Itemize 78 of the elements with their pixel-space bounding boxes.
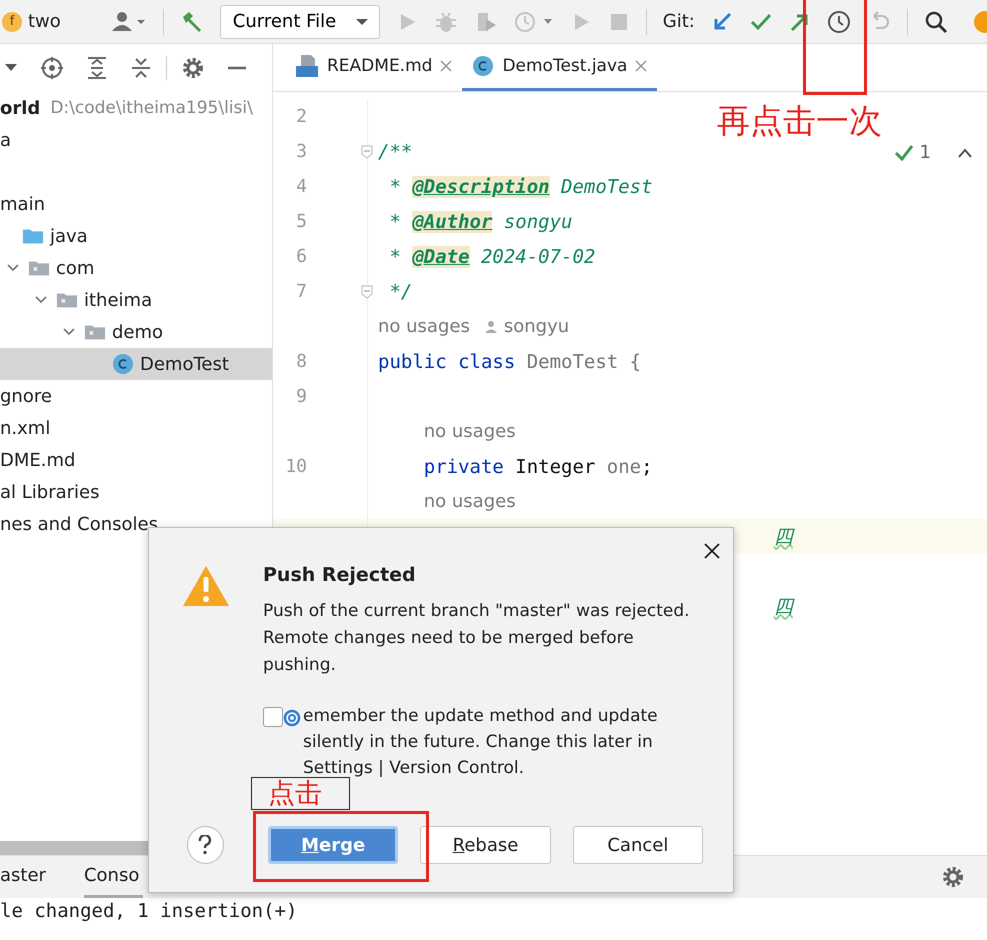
profiler-icon[interactable] (514, 10, 554, 34)
caret-icon (354, 16, 369, 26)
dialog-message: Push of the current branch "master" was rejected. Remote changes need to be merged before pushing. (263, 600, 691, 677)
tool-window-tab[interactable]: aster (0, 856, 50, 898)
dialog-button[interactable]: Cancel (572, 826, 703, 864)
fold-icon[interactable] (361, 144, 373, 158)
line-number: 7 (296, 281, 307, 302)
line-number: 9 (296, 386, 307, 407)
line-number: 5 (296, 211, 307, 232)
dialog-title: Push Rejected (263, 564, 417, 586)
annotation-label: 再点击一次 (717, 104, 882, 137)
console-line: le changed, 1 insertion(+) (0, 900, 298, 924)
author-hint[interactable]: songyu (504, 316, 570, 337)
code-line: private Integer one; (424, 456, 653, 478)
code-line: */ (388, 280, 412, 302)
editor-tab[interactable]: README.md (285, 44, 462, 91)
project-name[interactable]: two (28, 11, 61, 32)
code-text: 四 (774, 596, 793, 618)
update-badge-icon[interactable] (973, 10, 987, 34)
code-line: * @Description DemoTest (388, 176, 653, 198)
code-text: 四 (774, 526, 793, 548)
help-icon (198, 835, 212, 855)
close-icon[interactable] (703, 542, 721, 560)
project-badge: f (2, 12, 22, 32)
checkbox-label[interactable]: emember the update method and update silently in the future. Change this later in Settings | Version Control. (303, 703, 695, 781)
person-icon (484, 320, 498, 334)
settings-icon[interactable] (941, 865, 965, 889)
markdown-file-icon (295, 54, 319, 78)
code-line: public class DemoTest { (378, 350, 642, 372)
line-number: 10 (285, 456, 307, 477)
tree-item[interactable]: DME.md (0, 444, 272, 476)
tree-item[interactable]: gnore (0, 380, 272, 412)
usage-hint[interactable]: no usages (378, 316, 470, 337)
class-icon (472, 55, 494, 77)
expand-all-icon[interactable] (86, 56, 108, 80)
line-number: 8 (296, 351, 307, 372)
dialog-button[interactable]: Merge (268, 826, 398, 864)
tree-item[interactable]: itheima (0, 284, 272, 316)
tree-item[interactable]: demo (0, 316, 272, 348)
warning-icon (181, 564, 231, 608)
usage-hint[interactable]: no usages (424, 491, 516, 512)
help-button[interactable] (187, 826, 224, 864)
tree-item[interactable]: DemoTest (0, 348, 272, 380)
git-label: Git: (662, 11, 695, 32)
tool-window-tab[interactable]: Conso (84, 856, 144, 898)
usage-hint[interactable]: no usages (424, 421, 516, 442)
tree-item[interactable]: com (0, 252, 272, 284)
settings-icon[interactable] (181, 56, 205, 80)
search-icon[interactable] (924, 10, 948, 34)
line-number: 4 (296, 176, 307, 197)
inspection-count[interactable]: 1 (920, 142, 931, 163)
collapse-all-icon[interactable] (130, 56, 152, 80)
line-number: 3 (296, 141, 307, 162)
tree-item[interactable]: orld D:\code\itheima195\lisi\ (0, 92, 272, 124)
class-icon (112, 353, 134, 375)
scrollbar[interactable] (0, 841, 148, 855)
tree-item[interactable]: main (0, 188, 272, 220)
busy-cursor-icon (283, 709, 301, 727)
dialog-button[interactable]: Rebase (420, 826, 551, 864)
code-line: /** (378, 140, 412, 162)
tree-item[interactable]: al Libraries (0, 476, 272, 508)
line-number: 2 (296, 106, 307, 127)
user-icon[interactable] (110, 10, 147, 34)
code-line: * @Author songyu (388, 210, 572, 232)
annotation-label: 点击 (268, 780, 322, 807)
tree-item[interactable]: java (0, 220, 272, 252)
run-config-dropdown[interactable]: Current File (220, 4, 380, 38)
locate-icon[interactable] (40, 56, 64, 80)
checkbox[interactable] (263, 707, 283, 727)
line-number: 6 (296, 246, 307, 267)
caret-icon[interactable] (4, 63, 18, 73)
check-icon[interactable] (894, 142, 914, 162)
tree-item[interactable]: a (0, 124, 272, 156)
code-line: * @Date 2024-07-02 (388, 246, 596, 268)
fold-icon[interactable] (361, 284, 373, 298)
chevron-up-icon[interactable] (957, 146, 973, 158)
history-icon[interactable] (826, 10, 851, 34)
tree-item[interactable]: n.xml (0, 412, 272, 444)
